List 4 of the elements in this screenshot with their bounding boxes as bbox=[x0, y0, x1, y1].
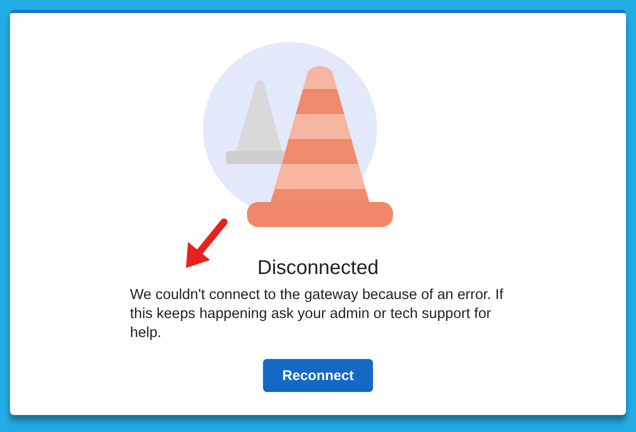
error-message: We couldn't connect to the gateway because of an error. If this keeps happening ask your admin or tech support for help. bbox=[130, 286, 504, 343]
dialog-title: Disconnected bbox=[257, 256, 379, 281]
reconnect-button[interactable]: Reconnect bbox=[263, 359, 373, 392]
annotation-arrow bbox=[184, 218, 230, 270]
